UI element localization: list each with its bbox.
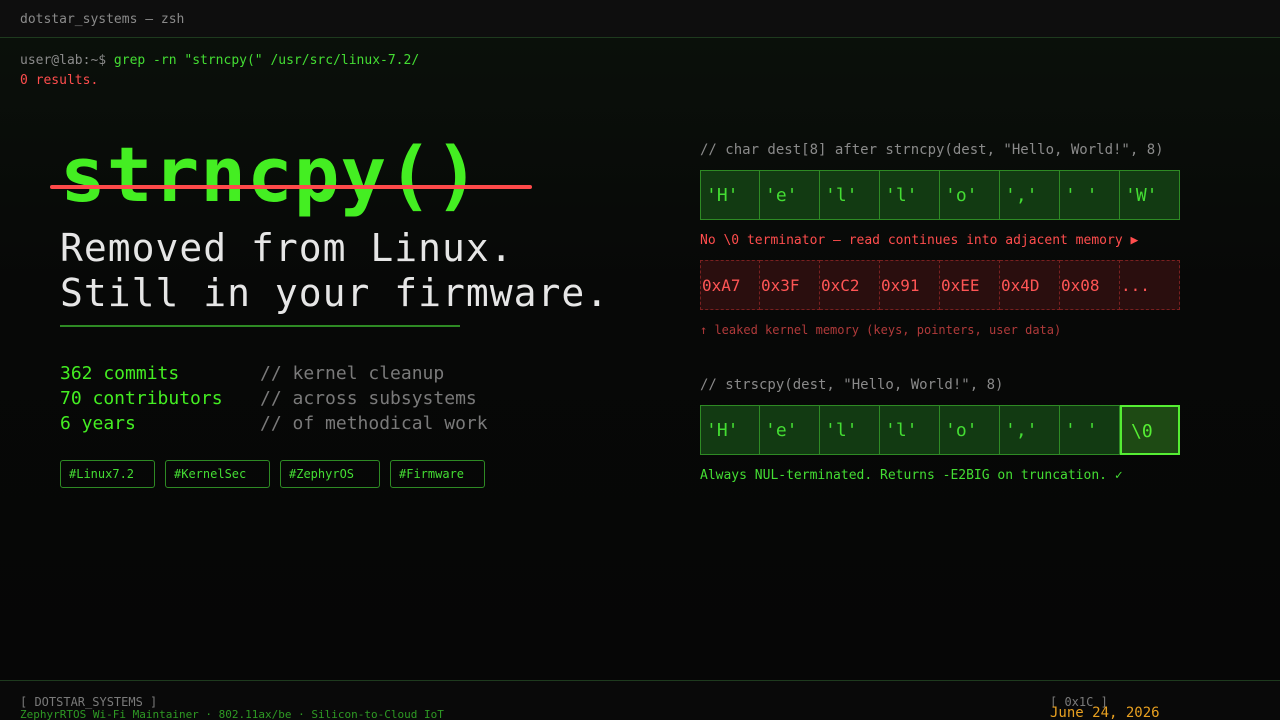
leak-cell: 0xEE <box>940 260 1000 310</box>
stat-value: 6 years <box>60 413 136 434</box>
buffer-cell: 'H' <box>700 405 760 455</box>
buffer-cell: 'o' <box>940 170 1000 220</box>
divider <box>60 325 460 327</box>
stat-comment: // of methodical work <box>260 413 488 434</box>
tag-firmware[interactable]: #Firmware <box>390 460 485 488</box>
missing-terminator-warning: No \0 terminator — read continues into a… <box>700 233 1139 248</box>
buffer-cell: 'l' <box>820 170 880 220</box>
leak-cell: ... <box>1120 260 1180 310</box>
window-titlebar: dotstar_systems — zsh <box>0 0 1280 38</box>
strscpy-note: Always NUL-terminated. Returns -E2BIG on… <box>700 468 1123 483</box>
buffer-cell: ' ' <box>1060 170 1120 220</box>
footer-subtitle: ZephyrRTOS Wi-Fi Maintainer · 802.11ax/b… <box>20 708 444 720</box>
leaked-memory-buffer: 0xA7 0x3F 0xC2 0x91 0xEE 0x4D 0x08 ... <box>700 260 1180 310</box>
leak-cell: 0x08 <box>1060 260 1120 310</box>
buffer-cell: 'e' <box>760 170 820 220</box>
leak-cell: 0x91 <box>880 260 940 310</box>
buffer-cell: 'o' <box>940 405 1000 455</box>
buffer-cell: ',' <box>1000 405 1060 455</box>
stat-value: 362 commits <box>60 363 180 384</box>
strscpy-caption: // strscpy(dest, "Hello, World!", 8) <box>700 377 1004 393</box>
strscpy-buffer: 'H' 'e' 'l' 'l' 'o' ',' ' ' \0 <box>700 405 1180 455</box>
headline-line-1: Removed from Linux. <box>60 226 514 270</box>
footer: [ DOTSTAR_SYSTEMS ] ZephyrRTOS Wi-Fi Mai… <box>0 680 1280 720</box>
tag-zephyros[interactable]: #ZephyrOS <box>280 460 380 488</box>
leak-cell: 0x4D <box>1000 260 1060 310</box>
buffer-cell: ',' <box>1000 170 1060 220</box>
buffer-cell: 'l' <box>880 170 940 220</box>
buffer-cell: 'W' <box>1120 170 1180 220</box>
window-title: dotstar_systems — zsh <box>20 12 185 27</box>
leak-cell: 0xC2 <box>820 260 880 310</box>
stat-comment: // across subsystems <box>260 388 477 409</box>
stat-comment: // kernel cleanup <box>260 363 445 384</box>
tag-kernelsec[interactable]: #KernelSec <box>165 460 270 488</box>
buffer-cell: 'l' <box>820 405 880 455</box>
leak-note: ↑ leaked kernel memory (keys, pointers, … <box>700 323 1062 337</box>
buffer-cell: 'l' <box>880 405 940 455</box>
hero-function-name: strncpy() <box>60 130 481 219</box>
stat-value: 70 contributors <box>60 388 223 409</box>
leak-cell: 0xA7 <box>700 260 760 310</box>
nul-terminator-cell: \0 <box>1120 405 1180 455</box>
buffer-cell: 'e' <box>760 405 820 455</box>
headline-line-2: Still in your firmware. <box>60 271 610 315</box>
terminal-command-line: user@lab:~$ grep -rn "strncpy(" /usr/src… <box>20 53 419 68</box>
strikethrough-line <box>50 185 532 189</box>
tag-linux[interactable]: #Linux7.2 <box>60 460 155 488</box>
footer-date: June 24, 2026 <box>1050 705 1160 720</box>
strncpy-caption: // char dest[8] after strncpy(dest, "Hel… <box>700 142 1164 158</box>
shell-command: grep -rn "strncpy(" /usr/src/linux-7.2/ <box>113 53 420 68</box>
leak-cell: 0x3F <box>760 260 820 310</box>
shell-prompt: user@lab:~$ <box>20 53 114 68</box>
footer-brand: [ DOTSTAR_SYSTEMS ] <box>20 695 158 709</box>
command-results: 0 results. <box>20 73 99 88</box>
buffer-cell: ' ' <box>1060 405 1120 455</box>
buffer-cell: 'H' <box>700 170 760 220</box>
strncpy-buffer: 'H' 'e' 'l' 'l' 'o' ',' ' ' 'W' <box>700 170 1180 220</box>
